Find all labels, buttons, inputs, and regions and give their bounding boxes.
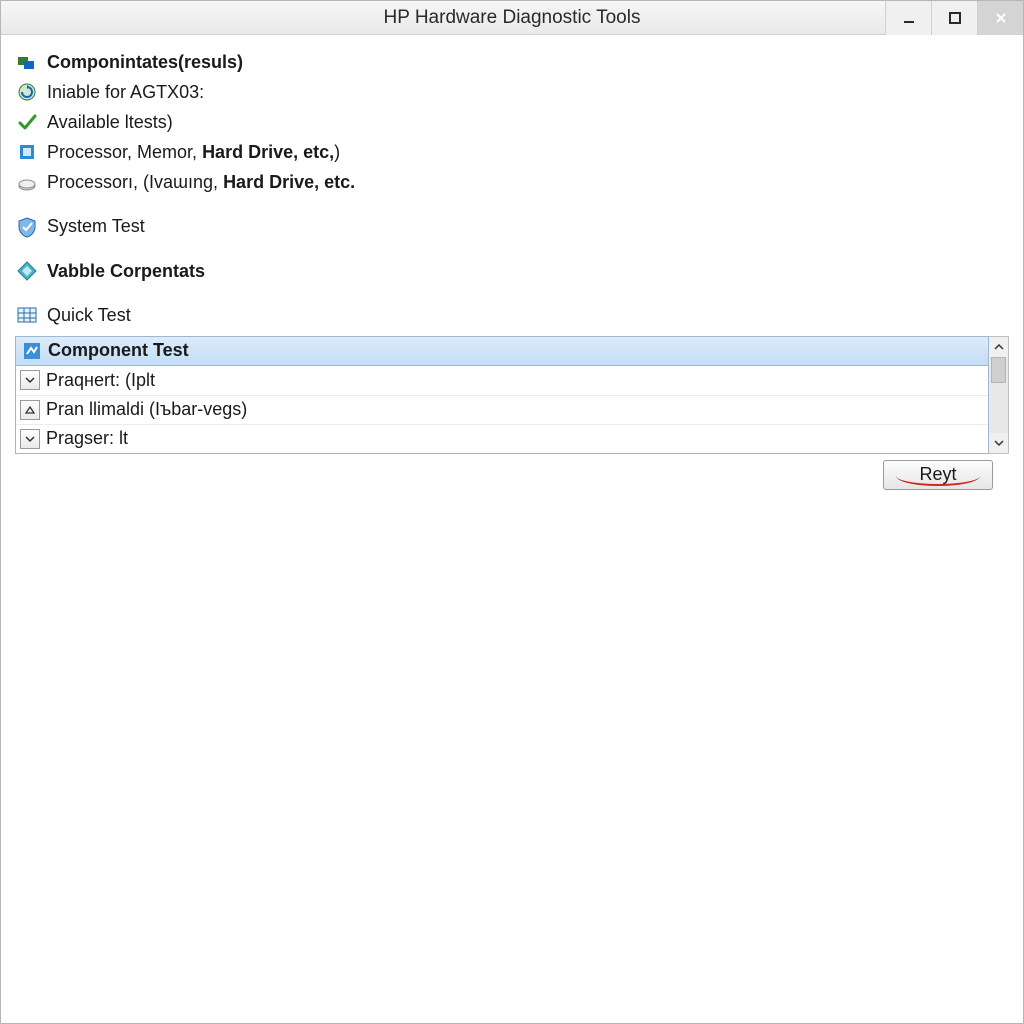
- scroll-up-button[interactable]: [989, 337, 1008, 357]
- shield-check-icon: [15, 215, 39, 239]
- summary-processor-line-2-label: Processorı, (Ivaɯıng, Hard Drive, etc.: [47, 169, 355, 195]
- chevron-down-icon[interactable]: [20, 370, 40, 390]
- summary-components-results-label: Componintates(resuls): [47, 49, 243, 75]
- window-title: HP Hardware Diagnostic Tools: [1, 7, 1023, 29]
- summary-processor-line-1-label: Processor, Memor, Hard Drive, etc,): [47, 139, 340, 165]
- system-test-item[interactable]: System Test: [15, 211, 1009, 241]
- drive-icon: [15, 170, 39, 194]
- footer-area: Reyt: [15, 454, 1009, 490]
- window-controls: [885, 1, 1023, 35]
- summary-available-tests-label: Available ltests): [47, 109, 173, 135]
- check-icon: [15, 110, 39, 134]
- component-test-header-label: Component Test: [48, 340, 189, 361]
- component-test-header[interactable]: Component Test: [16, 337, 988, 366]
- summary-list: Componintates(resuls) Iniable for AGTX03…: [15, 47, 1009, 330]
- list-item-label: Pran llimaldi (Iъbar-vegs): [46, 399, 247, 420]
- titlebar: HP Hardware Diagnostic Tools: [1, 1, 1023, 35]
- triangle-icon[interactable]: [20, 400, 40, 420]
- quick-test-item[interactable]: Quick Test: [15, 300, 1009, 330]
- refresh-icon: [15, 80, 39, 104]
- panel-scrollbar[interactable]: [989, 336, 1009, 454]
- component-test-list: Praqнert: (Iplt Pran llimaldi (Iъbar-veg…: [16, 366, 988, 453]
- list-item-label: Praqнert: (Iplt: [46, 370, 155, 391]
- close-button[interactable]: [977, 1, 1023, 35]
- panel-header-icon: [22, 341, 42, 361]
- summary-available-tests: Available ltests): [15, 107, 1009, 137]
- component-test-panel: Component Test Praqнert: (Iplt Pran llim…: [15, 336, 989, 454]
- app-window: HP Hardware Diagnostic Tools Componintat…: [0, 0, 1024, 1024]
- summary-iniable-for-label: Iniable for AGTX03:: [47, 79, 204, 105]
- list-item[interactable]: Pragser: lt: [16, 424, 988, 453]
- list-item-label: Pragser: lt: [46, 428, 128, 449]
- list-item[interactable]: Praqнert: (Iplt: [16, 366, 988, 395]
- vabble-corpentats-item[interactable]: Vabble Corpentats: [15, 256, 1009, 286]
- summary-components-results: Componintates(resuls): [15, 47, 1009, 77]
- table-icon: [15, 303, 39, 327]
- cpu-icon: [15, 140, 39, 164]
- quick-test-label: Quick Test: [47, 302, 131, 328]
- reyt-button-label: Reyt: [919, 464, 956, 485]
- scroll-down-button[interactable]: [989, 433, 1008, 453]
- minimize-button[interactable]: [885, 1, 931, 35]
- component-test-panel-wrap: Component Test Praqнert: (Iplt Pran llim…: [15, 336, 1009, 454]
- diamond-icon: [15, 259, 39, 283]
- maximize-button[interactable]: [931, 1, 977, 35]
- summary-iniable-for: Iniable for AGTX03:: [15, 77, 1009, 107]
- scroll-thumb[interactable]: [991, 357, 1006, 383]
- reyt-button[interactable]: Reyt: [883, 460, 993, 490]
- vabble-corpentats-label: Vabble Corpentats: [47, 258, 205, 284]
- component-icon: [15, 50, 39, 74]
- system-test-label: System Test: [47, 213, 145, 239]
- list-item[interactable]: Pran llimaldi (Iъbar-vegs): [16, 395, 988, 424]
- summary-processor-line-1: Processor, Memor, Hard Drive, etc,): [15, 137, 1009, 167]
- chevron-down-icon[interactable]: [20, 429, 40, 449]
- scroll-track[interactable]: [989, 357, 1008, 433]
- summary-processor-line-2: Processorı, (Ivaɯıng, Hard Drive, etc.: [15, 167, 1009, 197]
- content-area: Componintates(resuls) Iniable for AGTX03…: [1, 35, 1023, 1023]
